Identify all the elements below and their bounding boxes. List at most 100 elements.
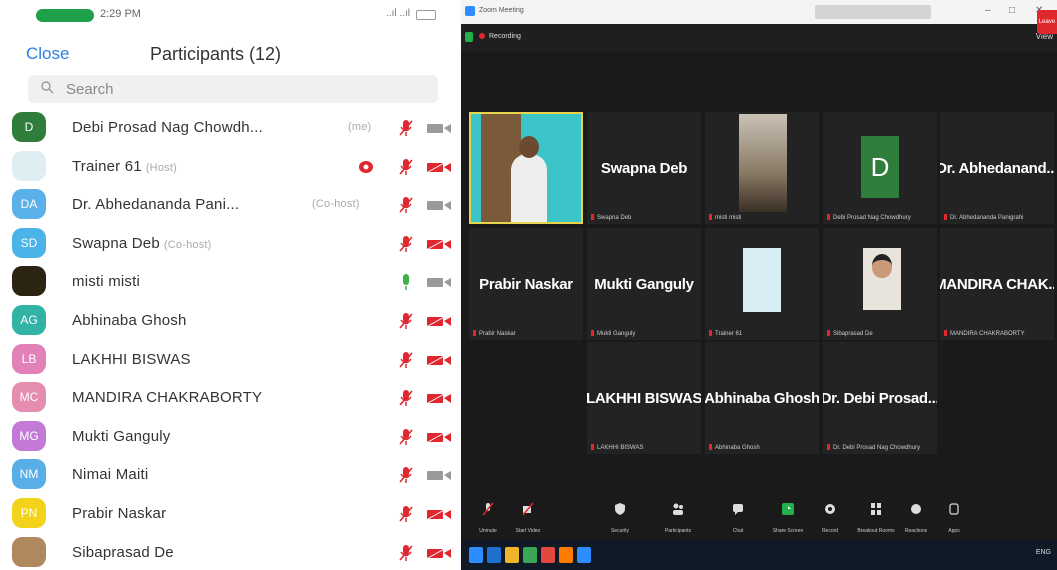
participant-row[interactable]: Sibaprasad De [0, 534, 458, 570]
participant-row[interactable]: MC MANDIRA CHAKRABORTY [0, 379, 458, 417]
mobile-participants-screen: 2:29 PM ..ıl ..ıl Close Participants (12… [0, 0, 458, 570]
apps-button[interactable]: Apps [931, 500, 977, 538]
mic-muted-icon [399, 390, 413, 407]
avatar: MC [12, 382, 46, 413]
video-tile[interactable]: Prabir Naskar Prabir Naskar [469, 228, 583, 340]
video-tile[interactable]: Mukti Ganguly Mukti Ganguly [587, 228, 701, 340]
video-on-icon [427, 471, 451, 481]
window-titlebar: Zoom Meeting – □ ✕ [461, 0, 1057, 24]
video-on-icon [427, 124, 451, 133]
file-explorer-icon[interactable] [505, 547, 519, 563]
avatar: NM [12, 459, 46, 490]
avatar-letter-tile: D [861, 136, 899, 198]
share-screen-button[interactable]: Share Screen [765, 500, 811, 538]
participant-role: (Co-host) [312, 198, 360, 211]
minimize-icon[interactable]: – [985, 5, 991, 16]
video-off-icon [427, 354, 451, 366]
browser-icon[interactable] [523, 547, 537, 563]
participant-name-text: Prabir Naskar [72, 505, 167, 522]
participant-name: misti misti [72, 273, 140, 290]
video-tile[interactable]: Swapna Deb Swapna Deb [587, 112, 701, 224]
avatar [12, 266, 46, 297]
video-tile[interactable]: Abhinaba Ghosh Abhinaba Ghosh [705, 342, 819, 454]
toolbar-label: Record [821, 528, 839, 534]
participant-video [739, 114, 787, 212]
chrome-icon[interactable] [541, 547, 555, 563]
participant-row[interactable]: Trainer 61 (Host) [0, 148, 458, 186]
mic-muted-icon [399, 467, 413, 484]
participant-row[interactable]: D Debi Prosad Nag Chowdh... (me) [0, 109, 458, 147]
participant-name: Debi Prosad Nag Chowdh... (me) [72, 119, 392, 136]
video-tile[interactable]: D Debi Prosad Nag Chowdhury [823, 112, 937, 224]
call-indicator [36, 9, 94, 22]
video-off-icon [427, 508, 451, 520]
tile-display-name: Mukti Ganguly [594, 275, 694, 293]
encryption-shield-icon[interactable] [465, 32, 473, 42]
video-tile[interactable]: misti misti [705, 112, 819, 224]
participant-name: Mukti Ganguly [72, 428, 170, 445]
tile-name-label: Trainer 61 [709, 330, 742, 337]
video-tile[interactable]: Trainer 61 [705, 228, 819, 340]
titlebar-status [815, 5, 931, 19]
tile-display-name: Dr. Abhedanand... [940, 159, 1054, 177]
tile-name-label: misti misti [709, 214, 741, 221]
participant-row[interactable]: NM Nimai Maiti [0, 456, 458, 494]
video-tile[interactable]: Dr. Abhedanand... Dr. Abhedananda Panigra… [940, 112, 1054, 224]
tile-name-label: Dr. Debi Prosad Nag Chowdhury [827, 444, 920, 451]
avatar: D [12, 112, 46, 142]
search-input[interactable] [66, 78, 426, 100]
video-tile[interactable]: LAKHHI BISWAS LAKHHI BISWAS [587, 342, 701, 454]
mic-muted-icon [399, 120, 413, 136]
video-tile[interactable] [469, 112, 583, 224]
video-tile[interactable]: MANDIRA CHAK... MANDIRA CHAKRABORTY [940, 228, 1054, 340]
participant-name: MANDIRA CHAKRABORTY [72, 389, 262, 406]
video-tile[interactable]: Sibaprasad De [823, 228, 937, 340]
search-box[interactable] [28, 75, 438, 103]
security-button[interactable]: Security [597, 500, 643, 538]
participant-row[interactable]: DA Dr. Abhedananda Pani... (Co-host) [0, 186, 458, 224]
recording-dot-icon [479, 33, 485, 39]
meeting-toolbar: Unmute Start Video Security Participants Cha… [461, 496, 1057, 540]
search-icon [41, 81, 54, 94]
window-title: Zoom Meeting [479, 7, 524, 14]
tile-name-label: Prabir Naskar [473, 330, 516, 337]
toolbar-label: Share Screen [772, 528, 804, 534]
participant-role: (Co-host) [163, 238, 212, 251]
participant-row[interactable]: LB LAKHHI BISWAS [0, 341, 458, 379]
mic-muted-icon [399, 235, 413, 252]
desktop-meeting-window: Zoom Meeting – □ ✕ Recording View Swapna… [461, 0, 1057, 570]
search-taskbar-icon[interactable] [487, 547, 501, 563]
video-tile[interactable]: Dr. Debi Prosad... Dr. Debi Prosad Nag Ch… [823, 342, 937, 454]
mic-muted-icon [399, 313, 413, 329]
tile-name-label: Mukti Ganguly [591, 330, 635, 337]
start-video-button[interactable]: Start Video [505, 500, 551, 538]
participants-icon [673, 503, 683, 515]
participants-button[interactable]: Participants [655, 500, 701, 538]
record-button[interactable]: Record [807, 500, 853, 538]
participant-row[interactable]: SD Swapna Deb (Co-host) [0, 225, 458, 263]
reactions-icon [911, 504, 921, 514]
participant-name-text: MANDIRA CHAKRABORTY [72, 389, 263, 407]
avatar: PN [12, 498, 46, 528]
chat-button[interactable]: Chat [715, 500, 761, 538]
maximize-icon[interactable]: □ [1009, 5, 1015, 16]
mic-muted-icon [482, 502, 494, 516]
participant-name: Abhinaba Ghosh [72, 312, 187, 329]
participant-row[interactable]: PN Prabir Naskar [0, 495, 458, 533]
windows-taskbar: ENG [461, 540, 1057, 570]
participant-row[interactable]: misti misti [0, 263, 458, 301]
start-icon[interactable] [469, 547, 483, 563]
video-off-icon [522, 502, 534, 516]
zoom-taskbar-icon[interactable] [577, 547, 591, 563]
video-off-icon [427, 547, 451, 559]
participant-row[interactable]: MG Mukti Ganguly [0, 418, 458, 456]
breakout-icon [871, 503, 881, 515]
leave-button[interactable]: Leave [1037, 10, 1057, 34]
firefox-icon[interactable] [559, 547, 573, 563]
participant-name: Swapna Deb (Co-host) [72, 235, 212, 252]
mic-muted-icon [399, 544, 413, 561]
video-off-icon [427, 315, 451, 327]
participant-name: Sibaprasad De [72, 544, 174, 561]
close-button[interactable]: Close [26, 44, 69, 64]
participant-row[interactable]: AG Abhinaba Ghosh [0, 302, 458, 340]
